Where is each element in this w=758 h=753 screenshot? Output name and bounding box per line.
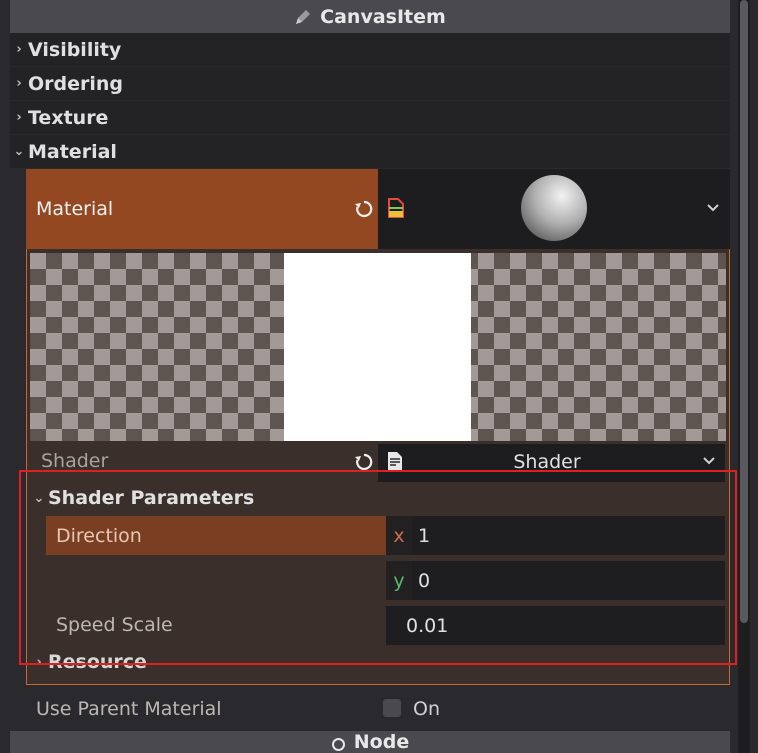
material-label-text: Material xyxy=(36,198,114,220)
use-parent-material-label: Use Parent Material xyxy=(36,693,366,725)
shader-property-label: Shader xyxy=(41,446,341,476)
scrollbar-thumb[interactable] xyxy=(740,0,748,623)
section-header-title: CanvasItem xyxy=(320,5,446,28)
category-material[interactable]: ⌄ Material xyxy=(10,135,730,168)
category-label: Ordering xyxy=(28,72,124,95)
direction-x-value: 1 xyxy=(418,524,431,547)
axis-y-label: y xyxy=(386,561,412,600)
material-property-label: Material xyxy=(26,169,378,249)
axis-x-label: x xyxy=(386,516,412,555)
speed-scale-field[interactable]: 0.01 xyxy=(386,606,725,645)
use-parent-material-label-text: Use Parent Material xyxy=(36,698,222,720)
category-ordering[interactable]: › Ordering xyxy=(10,67,730,100)
section-header-title: Node xyxy=(353,731,410,753)
use-parent-material-checkbox-label[interactable]: On xyxy=(413,695,473,723)
category-label: Texture xyxy=(28,106,109,129)
direction-y-value: 0 xyxy=(418,569,431,592)
category-resource[interactable]: › Resource xyxy=(30,650,230,674)
direction-x-field[interactable]: x 1 xyxy=(386,516,725,555)
chevron-down-icon[interactable] xyxy=(703,198,723,218)
pencil-icon xyxy=(294,8,312,26)
speed-scale-property-label: Speed Scale xyxy=(56,608,376,642)
chevron-right-icon: › xyxy=(16,110,22,125)
chevron-right-icon: › xyxy=(16,42,22,57)
node-circle-icon xyxy=(331,737,346,752)
category-label: Shader Parameters xyxy=(48,487,255,509)
section-header-canvasitem[interactable]: CanvasItem xyxy=(10,0,730,33)
chevron-down-icon[interactable] xyxy=(700,452,718,470)
category-shader-parameters[interactable]: ⌄ Shader Parameters xyxy=(30,484,370,512)
category-label: Resource xyxy=(48,651,147,673)
direction-y-field[interactable]: y 0 xyxy=(386,561,725,600)
revert-icon[interactable] xyxy=(353,198,375,220)
section-header-node[interactable]: Node xyxy=(10,731,730,753)
shader-value: Shader xyxy=(513,451,581,473)
category-label: Material xyxy=(28,140,117,163)
shader-file-icon xyxy=(386,451,406,471)
speed-scale-label-text: Speed Scale xyxy=(56,614,173,636)
material-preview-texture xyxy=(284,253,471,441)
sphere-preview[interactable] xyxy=(521,175,587,241)
shader-material-icon xyxy=(386,197,408,219)
shader-label-text: Shader xyxy=(41,450,109,472)
use-parent-material-checkbox[interactable] xyxy=(383,699,401,717)
chevron-right-icon: › xyxy=(36,654,42,670)
category-texture[interactable]: › Texture xyxy=(10,101,730,134)
direction-label-text: Direction xyxy=(56,524,142,547)
revert-icon[interactable] xyxy=(353,451,375,473)
chevron-down-icon: ⌄ xyxy=(33,490,45,506)
chevron-right-icon: › xyxy=(16,76,22,91)
category-label: Visibility xyxy=(28,38,122,61)
category-visibility[interactable]: › Visibility xyxy=(10,33,730,66)
chevron-down-icon: ⌄ xyxy=(13,144,25,159)
speed-scale-value: 0.01 xyxy=(406,614,449,637)
direction-property-label: Direction xyxy=(46,516,386,555)
